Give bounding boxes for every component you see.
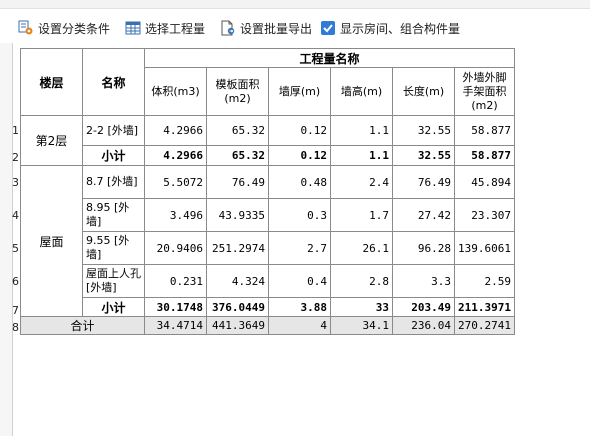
name-cell: 8.95 [外墙]: [82, 198, 145, 232]
value-cell: 76.49: [206, 165, 269, 199]
show-room-components-label: 显示房间、组合构件量: [340, 21, 461, 36]
value-cell: 0.12: [268, 115, 331, 146]
value-cell: 3.88: [268, 297, 331, 317]
value-cell: 4.2966: [144, 145, 207, 166]
value-cell: 43.9335: [206, 198, 269, 232]
value-cell: 0.4: [268, 264, 331, 298]
value-cell: 139.6061: [454, 231, 515, 265]
value-cell: 32.55: [392, 145, 455, 166]
subtotal-row[interactable]: 小计 30.1748 376.0449 3.88 33 203.49 211.3…: [21, 297, 515, 317]
select-quantity-label: 选择工程量: [145, 21, 206, 36]
subtotal-label: 小计: [82, 297, 145, 317]
gear-settings-icon: [18, 20, 34, 36]
name-cell: 8.7 [外墙]: [82, 165, 145, 199]
value-cell: 2.8: [330, 264, 393, 298]
total-value-cell: 441.3649: [206, 316, 269, 335]
value-cell: 0.48: [268, 165, 331, 199]
value-cell: 3.3: [392, 264, 455, 298]
header-length: 长度(m): [392, 67, 455, 116]
value-cell: 58.877: [454, 115, 515, 146]
top-strip: [0, 0, 590, 9]
value-cell: 32.55: [392, 115, 455, 146]
value-cell: 211.3971: [454, 297, 515, 317]
value-cell: 4.2966: [144, 115, 207, 146]
header-wall-thickness: 墙厚(m): [268, 67, 331, 116]
header-floor: 楼层: [20, 48, 83, 116]
batch-export-button[interactable]: 设置批量导出: [220, 18, 312, 38]
value-cell: 2.4: [330, 165, 393, 199]
show-room-components-toggle[interactable]: 显示房间、组合构件量: [320, 18, 460, 38]
value-cell: 23.307: [454, 198, 515, 232]
document-export-icon: [220, 20, 236, 36]
total-value-cell: 270.2741: [454, 316, 515, 335]
header-volume: 体积(m3): [144, 67, 207, 116]
value-cell: 1.7: [330, 198, 393, 232]
batch-export-label: 设置批量导出: [240, 21, 313, 36]
value-cell: 20.9406: [144, 231, 207, 265]
name-cell: 屋面上人孔 [外墙]: [82, 264, 145, 298]
name-cell: 2-2 [外墙]: [82, 115, 145, 146]
value-cell: 0.12: [268, 145, 331, 166]
header-name: 名称: [82, 48, 145, 116]
value-cell: 58.877: [454, 145, 515, 166]
value-cell: 65.32: [206, 115, 269, 146]
header-formwork-area: 模板面积(m2): [206, 67, 269, 116]
value-cell: 1.1: [330, 115, 393, 146]
total-label: 合计: [20, 316, 145, 335]
total-value-cell: 236.04: [392, 316, 455, 335]
value-cell: 203.49: [392, 297, 455, 317]
value-cell: 0.3: [268, 198, 331, 232]
value-cell: 26.1: [330, 231, 393, 265]
value-cell: 65.32: [206, 145, 269, 166]
subtotal-label: 小计: [82, 145, 145, 166]
value-cell: 27.42: [392, 198, 455, 232]
value-cell: 45.894: [454, 165, 515, 199]
checkbox-checked-icon[interactable]: [320, 20, 336, 36]
name-cell: 9.55 [外墙]: [82, 231, 145, 265]
total-row[interactable]: 合计 34.4714 441.3649 4 34.1 236.04 270.27…: [20, 316, 515, 335]
value-cell: 33: [330, 297, 393, 317]
set-category-label: 设置分类条件: [38, 21, 111, 36]
value-cell: 376.0449: [206, 297, 269, 317]
total-value-cell: 34.1: [330, 316, 393, 335]
table-row[interactable]: 屋面 8.7 [外墙] 5.5072 76.49 0.48 2.4 76.49 …: [20, 165, 515, 317]
subtotal-row[interactable]: 小计 4.2966 65.32 0.12 1.1 32.55 58.877: [21, 145, 515, 166]
value-cell: 4.324: [206, 264, 269, 298]
header-wall-height: 墙高(m): [330, 67, 393, 116]
value-cell: 30.1748: [144, 297, 207, 317]
floor-cell: 第2层: [20, 115, 83, 166]
header-scaffold-area: 外墙外脚手架面积(m2): [454, 67, 515, 116]
table-row[interactable]: 8.95 [外墙] 3.496 43.9335 0.3 1.7 27.42 23…: [21, 198, 515, 232]
value-cell: 2.59: [454, 264, 515, 298]
value-cell: 0.231: [144, 264, 207, 298]
value-cell: 5.5072: [144, 165, 207, 199]
set-category-button[interactable]: 设置分类条件: [18, 18, 110, 38]
total-value-cell: 34.4714: [144, 316, 207, 335]
table-row[interactable]: 屋面上人孔 [外墙] 0.231 4.324 0.4 2.8 3.3 2.59: [21, 264, 515, 298]
toolbar: 设置分类条件 选择工程量 设置批量导出 显示房间、组合构件量: [0, 12, 590, 42]
header-quantity-group: 工程量名称: [144, 48, 515, 68]
floor-cell: 屋面: [20, 165, 83, 317]
value-cell: 251.2974: [206, 231, 269, 265]
value-cell: 2.7: [268, 231, 331, 265]
value-cell: 96.28: [392, 231, 455, 265]
total-value-cell: 4: [268, 316, 331, 335]
value-cell: 76.49: [392, 165, 455, 199]
table-row[interactable]: 9.55 [外墙] 20.9406 251.2974 2.7 26.1 96.2…: [21, 231, 515, 265]
table-row[interactable]: 第2层 2-2 [外墙] 4.2966 65.32 0.12 1.1 32.55…: [20, 115, 515, 166]
table-grid-icon: [125, 20, 141, 36]
select-quantity-button[interactable]: 选择工程量: [125, 18, 205, 38]
value-cell: 1.1: [330, 145, 393, 166]
left-gutter: [0, 43, 13, 436]
value-cell: 3.496: [144, 198, 207, 232]
quantity-table: 楼层 名称 工程量名称 体积(m3) 模板面积(m2) 墙厚(m) 墙高(m) …: [20, 48, 515, 335]
